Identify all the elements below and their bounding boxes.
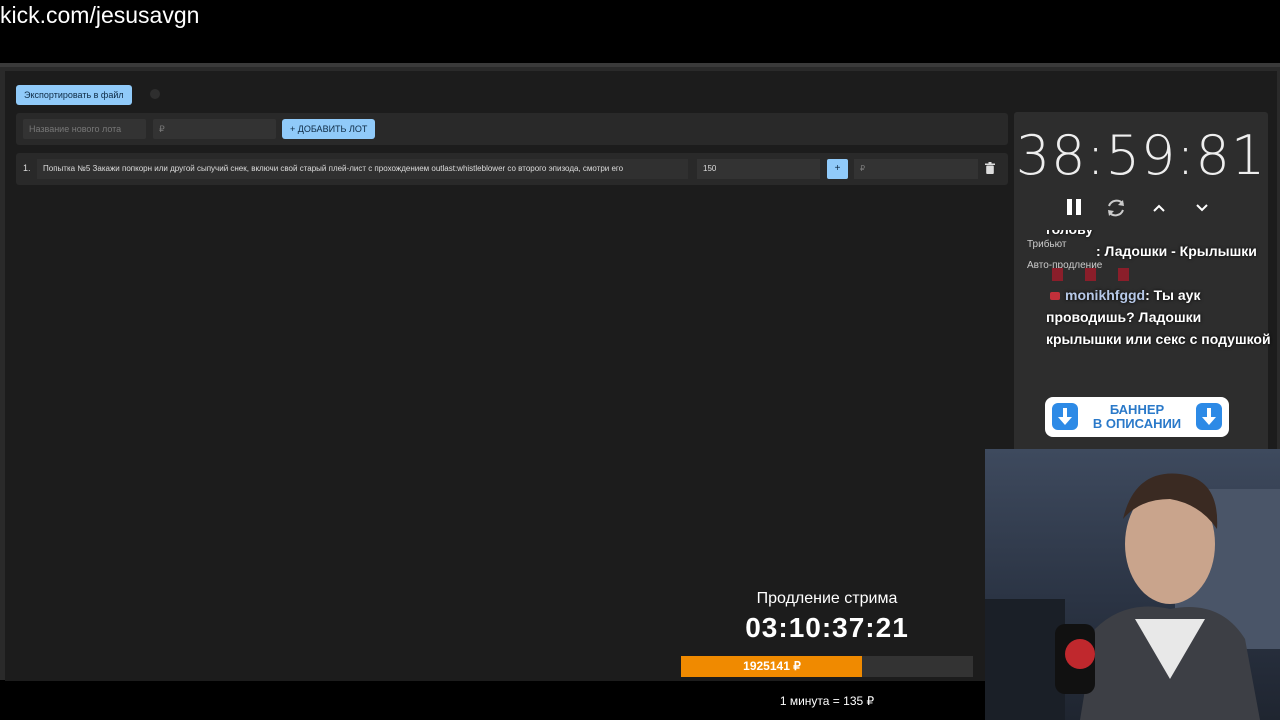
- chat-message: monikhfggd: Ты аук проводишь? Ладошки кр…: [1046, 284, 1280, 350]
- lot-amount-input[interactable]: 150: [697, 159, 820, 179]
- auction-timer: 38:59:81: [1015, 124, 1267, 187]
- new-lot-amount-input[interactable]: ₽: [153, 119, 276, 139]
- banner: БАННЕР В ОПИСАНИИ: [1045, 397, 1229, 437]
- banner-text: БАННЕР В ОПИСАНИИ: [1081, 403, 1193, 431]
- chat-username: monikhfggd: [1065, 287, 1146, 303]
- emote-icon: [1117, 267, 1129, 281]
- progress-amount: 1925141 ₽: [743, 659, 801, 673]
- emote-icon: [1052, 267, 1063, 281]
- chat-overlay: голову : Ладошки - Крылышки monikhfggd: …: [1046, 230, 1280, 362]
- banner-line1: БАННЕР: [1109, 402, 1165, 417]
- emote-icon: [1084, 267, 1096, 281]
- donation-progress: 1925141 ₽: [681, 656, 973, 677]
- trash-icon[interactable]: [985, 162, 995, 174]
- add-lot-button[interactable]: + ДОБАВИТЬ ЛОТ: [282, 119, 376, 139]
- rate-text: 1 минута = 135 ₽: [779, 694, 875, 708]
- emote-row: [1046, 262, 1280, 284]
- chat-line: голову: [1046, 230, 1280, 240]
- lot-add-amount-input[interactable]: ₽: [854, 159, 978, 179]
- lot-plus-button[interactable]: +: [827, 159, 848, 179]
- arrow-down-icon: [1196, 403, 1222, 430]
- stream-url: kick.com/jesusavgn: [0, 2, 200, 28]
- reset-icon[interactable]: [1105, 197, 1127, 219]
- pause-icon[interactable]: [1064, 197, 1084, 217]
- chevron-down-icon[interactable]: [1194, 200, 1210, 216]
- arrow-down-icon: [1052, 403, 1078, 430]
- banner-line2: В ОПИСАНИИ: [1092, 416, 1182, 431]
- lot-number: 1.: [23, 163, 31, 173]
- export-button[interactable]: Экспортировать в файл: [16, 85, 132, 105]
- webcam-feed: [985, 449, 1280, 720]
- chat-message-text: : Ладошки - Крылышки: [1096, 243, 1257, 259]
- streamer-silhouette: [985, 473, 1280, 720]
- chevron-up-icon[interactable]: [1151, 200, 1167, 216]
- lot-name-input[interactable]: Попытка №5 Закажи попкорн или другой сып…: [37, 159, 688, 179]
- extension-label: Продление стрима: [756, 590, 898, 607]
- theme-toggle-icon[interactable]: [150, 89, 160, 99]
- lot-row: 1. Попытка №5 Закажи попкорн или другой …: [16, 153, 1008, 185]
- extension-timer: 03:10:37:21: [745, 612, 909, 643]
- chat-badge-icon: [1050, 292, 1060, 300]
- new-lot-name-input[interactable]: Название нового лота: [23, 119, 146, 139]
- new-lot-row: Название нового лота ₽ + ДОБАВИТЬ ЛОТ: [16, 113, 1008, 145]
